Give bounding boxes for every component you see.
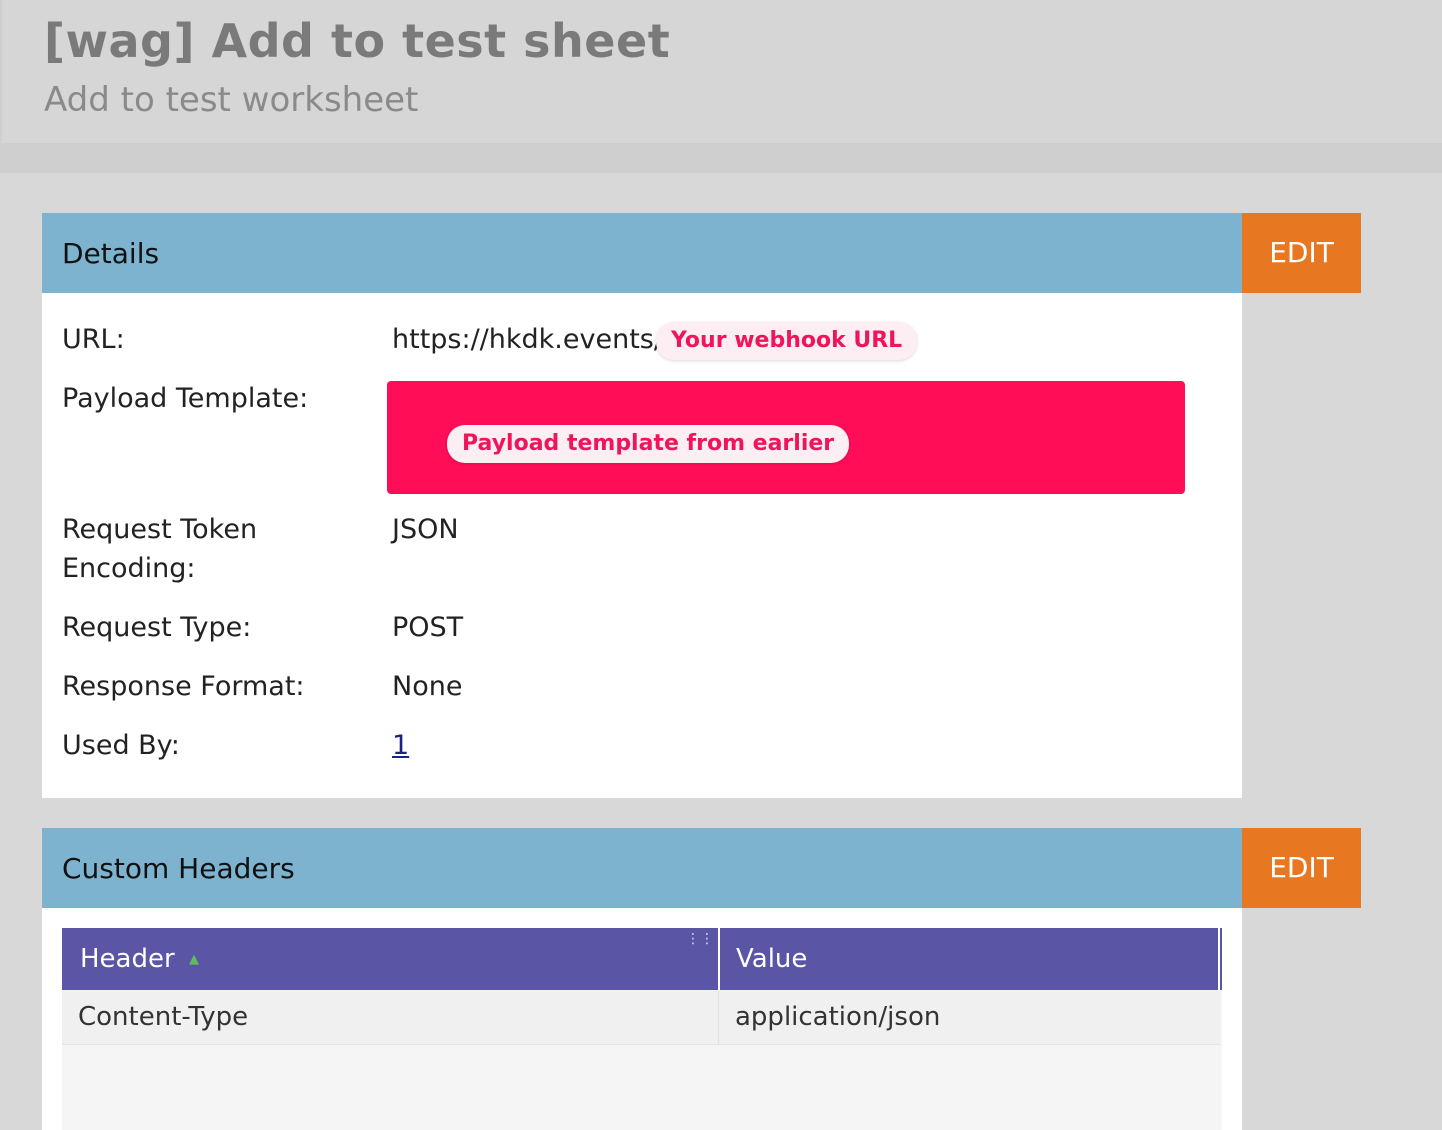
table-cell: Content-Type	[62, 990, 719, 1044]
page-title: [wag] Add to test sheet	[44, 14, 671, 68]
request-type-label: Request Type:	[62, 612, 252, 643]
table-cell: application/json	[735, 1002, 941, 1032]
payload-template-label: Payload Template:	[62, 383, 309, 414]
response-format-label: Response Format:	[62, 671, 305, 702]
page-header: [wag] Add to test sheet Add to test work…	[0, 0, 1442, 143]
response-format-value: None	[392, 671, 463, 702]
details-edit-button[interactable]: EDIT	[1242, 213, 1361, 293]
header-divider	[0, 143, 1442, 173]
column-header-label: Header	[80, 944, 175, 974]
payload-template-badge: Payload template from earlier	[447, 425, 850, 463]
details-panel-title: Details	[62, 237, 160, 270]
sort-icon[interactable]: ▲	[189, 952, 199, 967]
custom-headers-panel-title: Custom Headers	[62, 852, 295, 885]
custom-headers-panel-header: Custom Headers	[42, 828, 1242, 908]
request-type-value: POST	[392, 612, 464, 643]
grid-column-header-header[interactable]: Header ▲ ⋮⋮	[62, 928, 720, 990]
webhook-url-badge: Your webhook URL	[656, 322, 918, 360]
payload-template-highlight: Payload template from earlier	[387, 381, 1185, 494]
details-panel-header: Details	[42, 213, 1242, 293]
used-by-value: 1	[392, 726, 409, 765]
request-token-encoding-label: Request Token Encoding:	[62, 514, 258, 584]
column-menu-icon[interactable]: ⋮⋮	[686, 908, 714, 970]
grid-header-row: Header ▲ ⋮⋮ Value	[62, 928, 1222, 990]
url-value: https://hkdk.events/	[392, 324, 663, 355]
custom-headers-edit-button[interactable]: EDIT	[1242, 828, 1361, 908]
used-by-label: Used By:	[62, 730, 180, 761]
grid-column-header-value[interactable]: Value	[720, 928, 1220, 990]
page-subtitle: Add to test worksheet	[44, 80, 419, 120]
table-row[interactable]: Content-Type application/json	[62, 990, 1220, 1045]
details-panel-body: URL: https://hkdk.events/ Your webhook U…	[42, 293, 1242, 798]
request-token-encoding-value: JSON	[392, 514, 459, 545]
custom-headers-grid: Header ▲ ⋮⋮ Value Content-Type applicati…	[62, 928, 1222, 1130]
url-label: URL:	[62, 324, 125, 355]
column-header-label: Value	[736, 944, 808, 974]
used-by-link[interactable]: 1	[392, 730, 409, 761]
